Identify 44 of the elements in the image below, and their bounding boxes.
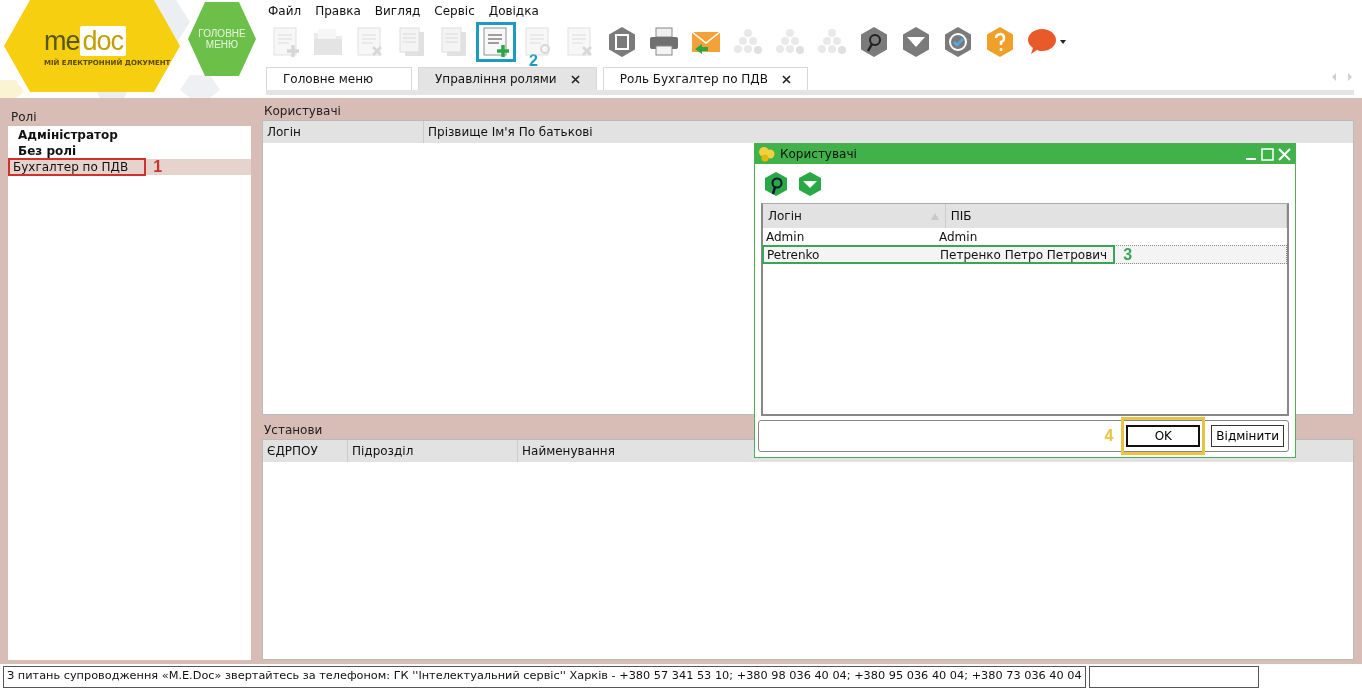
sort-icon: [930, 212, 939, 220]
tab[interactable]: Управління ролями: [418, 67, 597, 90]
annotation-number: 2: [529, 52, 538, 70]
annotation-number: 4: [1104, 427, 1114, 445]
annotation-number: 1: [153, 158, 163, 176]
menu-item[interactable]: Довідка: [488, 4, 539, 20]
table-row[interactable]: Petrenko Петренко Петро Петрович 3: [763, 245, 1287, 264]
table-cell-text: Admin: [765, 229, 806, 244]
cancel-button[interactable]: Відмінити: [1211, 425, 1284, 447]
status-message: З питань супроводження «M.E.Doc» звертайтесь за телефоном: ГК ''Інтелектуальний сервіс'' Харків - +380 57 341 53 10; +380 98 036 40 04; +380 95 036 40 04; +380 73 036 40 04: [3, 666, 1086, 688]
filter-icon[interactable]: [797, 171, 823, 197]
ok-button[interactable]: OK: [1126, 425, 1201, 447]
tab[interactable]: Роль Бухгалтер по ПДВ: [602, 67, 808, 90]
column-header[interactable]: Підрозділ: [348, 440, 518, 462]
menu-item[interactable]: Файл: [268, 4, 302, 20]
maximize-icon[interactable]: [1261, 147, 1274, 161]
column-header[interactable]: ЄДРПОУ: [263, 440, 348, 462]
panel-title: Установи: [264, 423, 323, 437]
menu-item[interactable]: Правка: [315, 4, 361, 20]
close-icon[interactable]: [782, 74, 791, 84]
close-icon[interactable]: [570, 74, 580, 84]
search-icon[interactable]: [763, 171, 789, 197]
role-item[interactable]: Бухгалтер по ПДВ 1: [8, 159, 251, 175]
column-header[interactable]: Прізвище Ім'я По батькові: [424, 121, 832, 143]
menu-item[interactable]: Сервіс: [434, 4, 475, 20]
caret-icon: [1060, 40, 1066, 44]
tab-scroll-icon[interactable]: [1330, 72, 1354, 82]
menu-item[interactable]: Вигляд: [374, 4, 421, 20]
table-cell-text: Петренко Петро Петрович: [939, 247, 1109, 262]
dialog-title: Користувачі: [780, 147, 858, 161]
table-row[interactable]: Admin Admin: [763, 228, 1287, 245]
column-header[interactable]: Логін: [263, 121, 424, 143]
annotation-number: 3: [1123, 245, 1133, 264]
printer-icon: [647, 25, 681, 59]
panel-title: Користувачі: [264, 104, 341, 118]
role-item[interactable]: Адміністратор: [8, 127, 251, 143]
role-item[interactable]: Без ролі: [8, 143, 251, 159]
app-icon: [758, 146, 776, 162]
table-cell-text: Admin: [938, 229, 979, 244]
table-cell-text: Petrenko: [766, 247, 821, 262]
column-header[interactable]: Логін: [763, 204, 946, 228]
panel-title: Ролі: [11, 110, 37, 124]
tab[interactable]: Головне меню: [266, 67, 412, 90]
column-header[interactable]: ПІБ: [945, 204, 1287, 228]
